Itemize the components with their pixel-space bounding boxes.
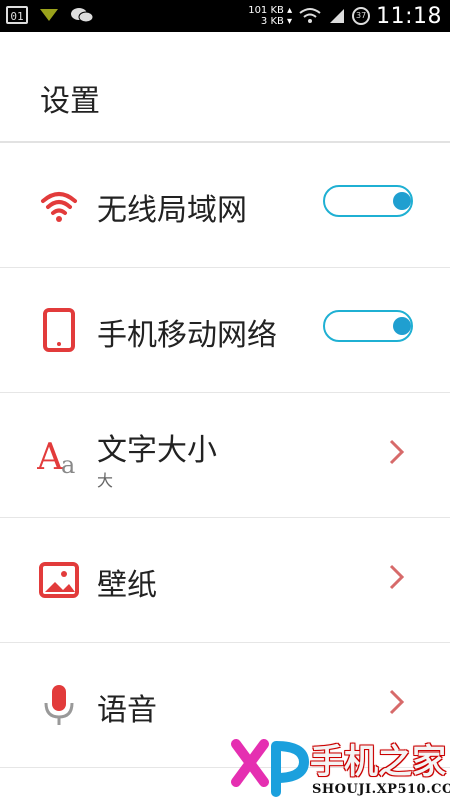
setting-subtitle-font-size: 大 (97, 471, 114, 490)
notification-box: 01 (6, 6, 28, 24)
wifi-status-icon (299, 8, 321, 23)
svg-text:A: A (37, 437, 64, 477)
net-up: 101 KB ▴ (248, 5, 293, 16)
microphone-icon (44, 685, 74, 725)
phone-icon (43, 308, 75, 352)
font-size-icon: A a (37, 437, 75, 477)
setting-label-wifi: 无线局域网 (97, 193, 247, 228)
setting-row-wallpaper[interactable]: 壁纸 (0, 518, 450, 643)
watermark-text: 手机之家 (310, 742, 446, 782)
chevron-right-icon (389, 689, 405, 715)
setting-row-mobile-network[interactable]: 手机移动网络 (0, 268, 450, 393)
setting-row-font-size[interactable]: A a 文字大小 大 (0, 393, 450, 518)
svg-text:a: a (61, 451, 75, 477)
setting-label-mobile-network: 手机移动网络 (97, 318, 277, 353)
page-header: 设置 (0, 32, 450, 142)
wifi-icon (41, 192, 77, 222)
watermark-url: SHOUJI.XP510.COM (312, 782, 450, 797)
setting-label-wallpaper: 壁纸 (97, 568, 157, 603)
setting-label-font-size: 文字大小 (97, 433, 217, 468)
status-bar: 01 101 KB ▴ 3 KB ▾ 37 11:18 (0, 0, 450, 32)
wallpaper-icon (39, 562, 79, 598)
chevron-right-icon (389, 564, 405, 590)
setting-label-voice: 语音 (97, 693, 157, 728)
wechat-icon (71, 8, 94, 23)
page-title: 设置 (40, 84, 100, 119)
chevron-right-icon (389, 439, 405, 465)
signal-arrow-icon (40, 9, 58, 21)
clock: 11:18 (376, 3, 442, 29)
network-speed: 101 KB ▴ 3 KB ▾ (248, 5, 292, 27)
setting-row-wifi[interactable]: 无线局域网 (0, 143, 450, 268)
xp-logo-icon (231, 739, 310, 797)
net-down: 3 KB ▾ (260, 16, 293, 27)
watermark: 手机之家 SHOUJI.XP510.COM (230, 728, 450, 802)
toggle-knob (393, 317, 411, 335)
cell-signal-icon (330, 9, 345, 23)
toggle-knob (393, 192, 411, 210)
battery-icon: 37 (352, 7, 371, 25)
wifi-toggle[interactable] (323, 185, 413, 217)
mobile-network-toggle[interactable] (323, 310, 413, 342)
